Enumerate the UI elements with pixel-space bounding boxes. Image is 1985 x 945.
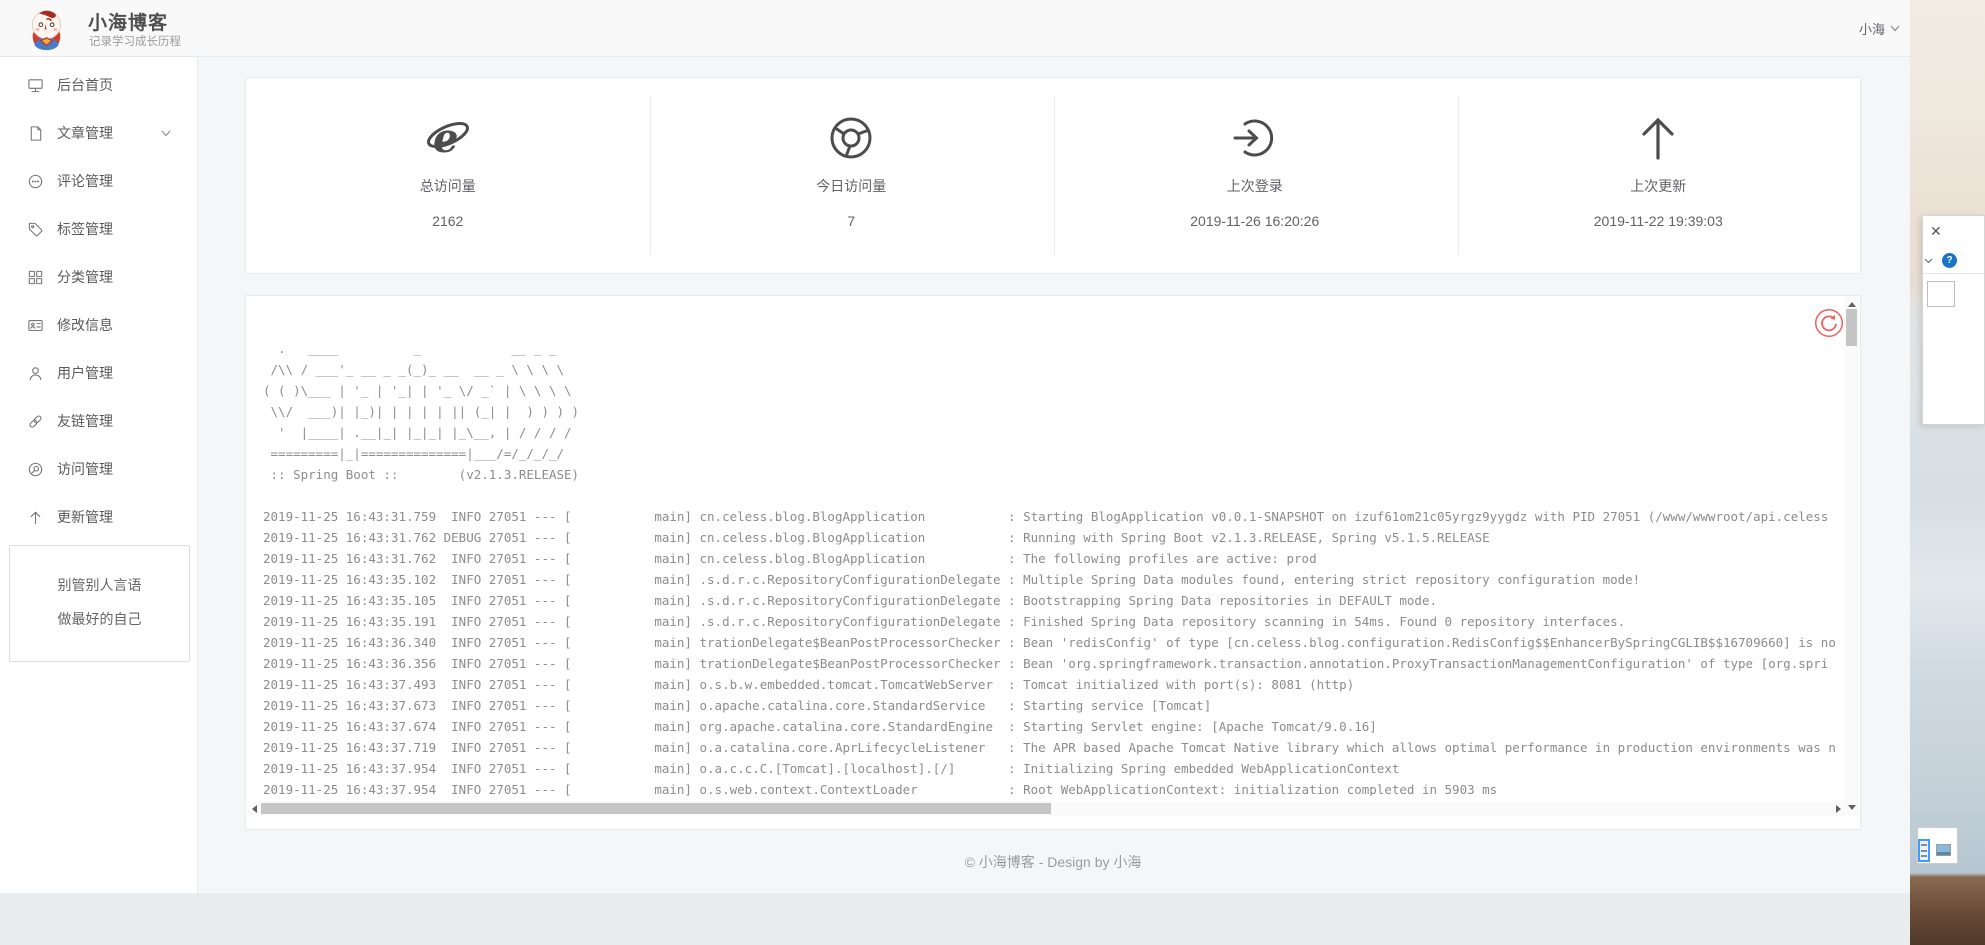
scroll-up-arrow[interactable] xyxy=(1848,302,1856,307)
chevron-down-icon xyxy=(161,130,171,137)
stat-value: 7 xyxy=(847,213,855,229)
motto-line: 做最好的自己 xyxy=(10,602,189,636)
stat-last-login: 上次登录 2019-11-26 16:20:26 xyxy=(1053,78,1457,273)
sidebar-item-visits[interactable]: 访问管理 xyxy=(0,445,197,493)
list-view-icon[interactable] xyxy=(1918,839,1930,862)
motto-line: 别管别人言语 xyxy=(10,568,189,602)
comment-icon xyxy=(27,173,44,190)
motto-card: 别管别人言语 做最好的自己 xyxy=(9,545,190,662)
sidebar-item-updates[interactable]: 更新管理 xyxy=(0,493,197,541)
blog-logo-avatar xyxy=(24,6,69,51)
user-dropdown[interactable]: 小海 xyxy=(1859,19,1900,38)
app-subtitle: 记录学习成长历程 xyxy=(89,33,181,49)
desktop-wallpaper xyxy=(1910,0,1985,945)
console-log: . ____ _ __ _ _ /\\ / ___'_ __ _ _(_)_ _… xyxy=(263,338,1836,796)
sidebar-item-label: 更新管理 xyxy=(57,507,113,527)
ie-browser-icon: e xyxy=(424,114,472,162)
divider xyxy=(650,96,651,255)
sidebar-nav: 后台首页 文章管理 评论管理 标签管理 xyxy=(0,57,198,893)
stat-label: 上次更新 xyxy=(1630,176,1686,196)
chevron-down-icon xyxy=(1890,25,1900,32)
chrome-browser-icon xyxy=(827,114,875,162)
monitor-icon xyxy=(27,77,44,94)
refresh-button[interactable] xyxy=(1814,308,1844,338)
vertical-scrollbar[interactable] xyxy=(1844,297,1859,815)
stat-total-visits: e 总访问量 2162 xyxy=(246,78,650,273)
sidebar-item-label: 评论管理 xyxy=(57,171,113,191)
sidebar-item-label: 标签管理 xyxy=(57,219,113,239)
user-name: 小海 xyxy=(1859,19,1885,38)
stat-value: 2019-11-26 16:20:26 xyxy=(1190,213,1319,229)
sidebar-item-articles[interactable]: 文章管理 xyxy=(0,109,197,157)
sidebar-item-label: 访问管理 xyxy=(57,459,113,479)
sidebar-item-label: 文章管理 xyxy=(57,123,113,143)
footer-copyright: © 小海博客 - Design by 小海 xyxy=(245,852,1861,872)
stat-label: 总访问量 xyxy=(420,176,476,196)
close-icon[interactable]: ✕ xyxy=(1930,223,1942,240)
help-icon[interactable]: ? xyxy=(1942,253,1957,268)
arrow-up-icon xyxy=(27,509,44,526)
refresh-icon xyxy=(1814,308,1844,338)
overlay-dialog-fragment: ✕ ? xyxy=(1922,215,1985,425)
grid-icon xyxy=(27,269,44,286)
divider xyxy=(1458,96,1459,255)
browser-window: 小海博客 记录学习成长历程 小海 后台首页 文章管理 xyxy=(0,0,1910,945)
sidebar-item-label: 后台首页 xyxy=(57,75,113,95)
stat-value: 2019-11-22 19:39:03 xyxy=(1594,213,1723,229)
page-bottom-background xyxy=(0,893,1910,945)
app-header: 小海博客 记录学习成长历程 小海 xyxy=(0,0,1910,57)
document-icon xyxy=(27,125,44,142)
globe-icon xyxy=(27,461,44,478)
user-icon xyxy=(27,365,44,382)
arrow-up-icon xyxy=(1634,114,1682,162)
sidebar-item-label: 友链管理 xyxy=(57,411,113,431)
scroll-down-arrow[interactable] xyxy=(1848,805,1856,810)
stat-value: 2162 xyxy=(432,213,463,229)
id-card-icon xyxy=(27,317,44,334)
log-console-panel: . ____ _ __ _ _ /\\ / ___'_ __ _ _(_)_ _… xyxy=(245,295,1861,830)
stat-label: 今日访问量 xyxy=(816,176,886,196)
sidebar-item-links[interactable]: 友链管理 xyxy=(0,397,197,445)
sidebar-item-comments[interactable]: 评论管理 xyxy=(0,157,197,205)
scroll-right-arrow[interactable] xyxy=(1836,805,1841,813)
stats-panel: e 总访问量 2162 今日访问量 7 上次登录 2 xyxy=(245,77,1861,274)
sidebar-item-label: 用户管理 xyxy=(57,363,113,383)
link-icon xyxy=(27,413,44,430)
divider xyxy=(1923,273,1984,274)
tag-icon xyxy=(27,221,44,238)
overlay-view-toggle-fragment xyxy=(1917,827,1958,864)
sidebar-item-label: 修改信息 xyxy=(57,315,113,335)
login-icon xyxy=(1231,114,1279,162)
stat-today-visits: 今日访问量 7 xyxy=(650,78,1054,273)
horizontal-scrollbar[interactable] xyxy=(247,801,1846,816)
sidebar-item-users[interactable]: 用户管理 xyxy=(0,349,197,397)
vertical-scroll-thumb[interactable] xyxy=(1846,309,1857,346)
thumbnail-view-icon[interactable] xyxy=(1936,844,1951,856)
sidebar-item-tags[interactable]: 标签管理 xyxy=(0,205,197,253)
stat-last-update: 上次更新 2019-11-22 19:39:03 xyxy=(1457,78,1861,273)
scroll-left-arrow[interactable] xyxy=(252,805,257,813)
horizontal-scroll-thumb[interactable] xyxy=(261,803,1051,814)
divider xyxy=(1054,96,1055,255)
sidebar-item-categories[interactable]: 分类管理 xyxy=(0,253,197,301)
dialog-field-fragment[interactable] xyxy=(1927,281,1955,307)
sidebar-item-label: 分类管理 xyxy=(57,267,113,287)
log-viewport: . ____ _ __ _ _ /\\ / ___'_ __ _ _(_)_ _… xyxy=(247,297,1846,796)
svg-text:e: e xyxy=(433,115,458,162)
chevron-down-icon[interactable] xyxy=(1924,258,1933,264)
app-title: 小海博客 xyxy=(88,8,168,35)
sidebar-item-profile[interactable]: 修改信息 xyxy=(0,301,197,349)
sidebar-item-dashboard[interactable]: 后台首页 xyxy=(0,61,197,109)
stat-label: 上次登录 xyxy=(1227,176,1283,196)
